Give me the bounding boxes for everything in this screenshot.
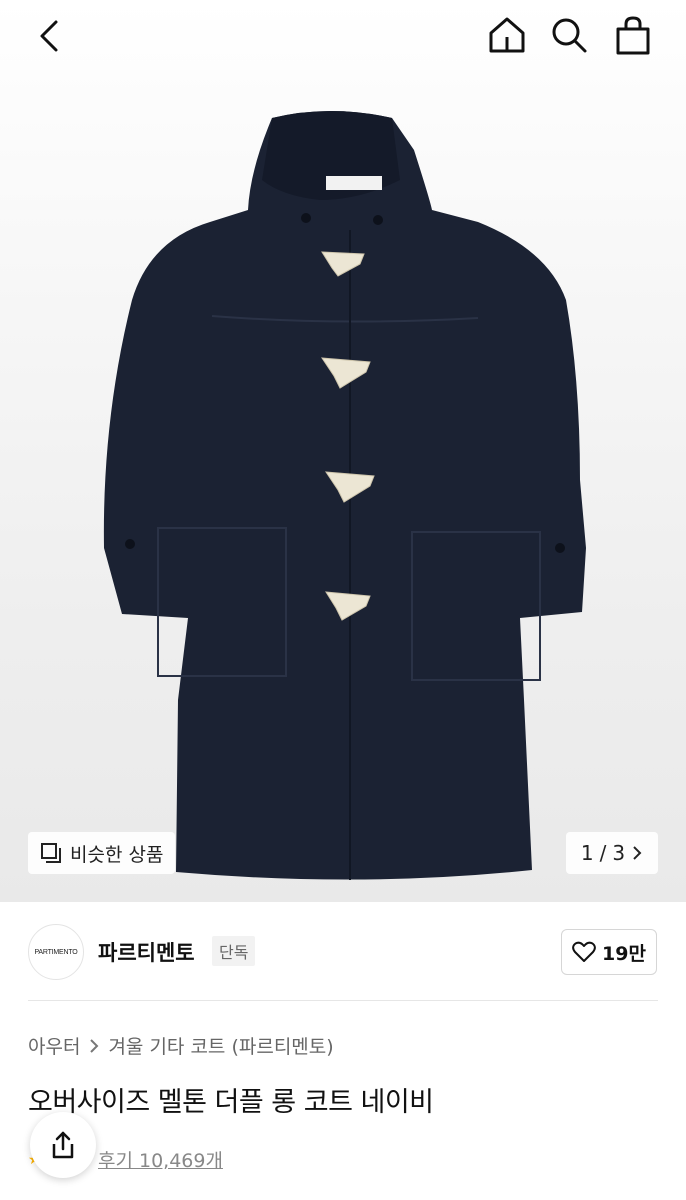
product-image [103, 111, 586, 880]
chevron-right-icon [90, 1038, 99, 1053]
top-navigation-bar [0, 0, 686, 72]
chevron-left-icon [40, 20, 58, 52]
like-button[interactable]: 19만 [561, 929, 657, 975]
similar-items-icon [41, 843, 61, 863]
review-count-link[interactable]: 후기 10,469개 [98, 1146, 223, 1173]
search-icon [552, 18, 587, 53]
share-icon [52, 1131, 74, 1159]
breadcrumb-item[interactable]: 아우터 [28, 1032, 80, 1059]
home-icon [489, 17, 525, 53]
product-title: 오버사이즈 멜톤 더플 롱 코트 네이비 [28, 1087, 434, 1118]
pager-current: 1 [580, 841, 594, 865]
similar-products-button[interactable]: 비슷한 상품 [28, 832, 176, 874]
divider [28, 1000, 658, 1001]
pager-separator: / [599, 841, 607, 865]
heart-icon [572, 941, 596, 962]
breadcrumb-item[interactable]: 겨울 기타 코트 (파르티멘토) [108, 1032, 333, 1059]
shopping-bag-icon [616, 16, 650, 55]
back-button[interactable] [28, 14, 72, 58]
image-pager[interactable]: 1 / 3 [566, 832, 658, 874]
brand-logo-text: PARTIMENTO [34, 948, 78, 956]
share-button[interactable] [30, 1112, 96, 1178]
search-button[interactable] [546, 12, 592, 58]
exclusive-badge: 단독 [212, 936, 256, 966]
home-button[interactable] [484, 12, 530, 58]
like-count: 19만 [602, 942, 646, 965]
pager-total: 3 [612, 841, 626, 865]
brand-row: PARTIMENTO 파르티멘토 단독 19만 [0, 922, 686, 982]
brand-logo[interactable]: PARTIMENTO [28, 924, 84, 980]
breadcrumb: 아우터 겨울 기타 코트 (파르티멘토) [28, 1032, 334, 1059]
similar-products-label: 비슷한 상품 [70, 843, 164, 866]
cart-button[interactable] [610, 12, 656, 58]
brand-name[interactable]: 파르티멘토 [98, 937, 195, 967]
chevron-right-icon [633, 846, 642, 860]
product-image-gallery[interactable]: 비슷한 상품 1 / 3 [0, 0, 686, 902]
